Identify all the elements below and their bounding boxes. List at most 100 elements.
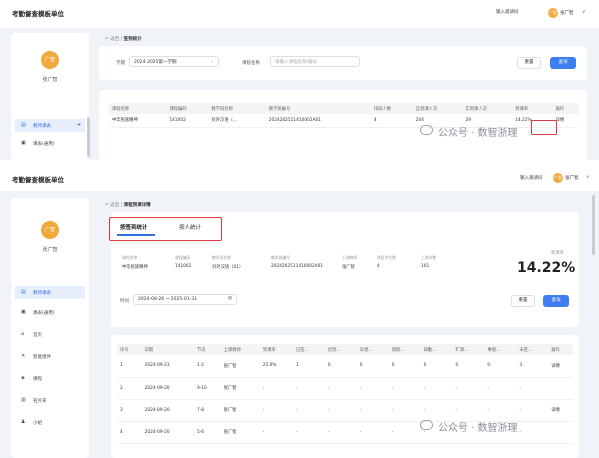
table-cell: - — [324, 377, 357, 400]
table-cell: - — [516, 421, 549, 444]
column-header: 节次 — [193, 344, 221, 355]
invite-code-link[interactable]: 输入邀请码 — [520, 175, 543, 181]
course-attendance-detail-screen: 考勤督查模板单位 输入邀请码 广智 张广智 ∨ 广智 张广智 ▤ 教师课表 ▣ … — [0, 167, 599, 458]
table-row[interactable]: 3 2024-09-20 7-8 张广智 - - - - - - - - - 详… — [117, 399, 573, 422]
table-row[interactable]: 1 2024-09-23 1-2 张广智 25.0% 1 0 0 0 0 0 0… — [117, 355, 573, 378]
table-header-row: 课程名称 课程编码 教学班名称 教学班编号 排班人数 应到课人次 实到课人次 到… — [109, 103, 579, 114]
watermark-text: 公众号 · 数智浙理 — [438, 423, 518, 434]
info-value: 141002 — [175, 264, 192, 269]
sidebar-item-label: 教师课表 — [33, 291, 51, 296]
course-search-input[interactable]: 请输入课程名称/编号 — [270, 56, 360, 67]
sidebar-user-name: 张广智 — [42, 77, 58, 83]
column-header: 实到课人次 — [462, 103, 513, 114]
user-icon: ♟ — [21, 419, 26, 425]
info-label: 上课次数 — [421, 255, 437, 260]
table-cell: - — [420, 399, 453, 422]
breadcrumb-current: 签到统计 — [123, 37, 142, 42]
sidebar-item-group[interactable]: ♟ 小组 — [15, 416, 85, 429]
breadcrumb-current: 课程到课详情 — [123, 203, 151, 208]
table-cell: - — [452, 399, 485, 422]
table-cell: 0 — [420, 355, 453, 378]
sidebar-item-teacher-schedule[interactable]: ▤ 教师课表 ➔ — [15, 119, 85, 132]
info-label: 排班学生数 — [377, 255, 396, 260]
back-icon[interactable]: ↶ — [105, 203, 109, 208]
table-cell: - — [452, 377, 485, 400]
details-link[interactable] — [548, 377, 573, 400]
sidebar-item-schedule-general[interactable]: ▣ 课表(通用) — [15, 137, 85, 150]
sidebar-item-course[interactable]: ◈ 课程 — [15, 372, 85, 385]
back-icon[interactable]: ↶ — [105, 37, 109, 42]
calendar-icon: ▣ — [21, 309, 26, 315]
sidebar-scrollbar[interactable] — [87, 117, 90, 157]
table-cell: 3 — [516, 355, 549, 378]
highlight-box-tabs — [109, 217, 222, 241]
date-range-picker[interactable]: 2024-08-26 ~ 2025-01-31 ▦ — [133, 294, 237, 305]
table-cell: 2024202511410002A01 — [265, 114, 371, 128]
table-cell: 0 — [388, 355, 421, 378]
tools-icon: ✕ — [21, 353, 26, 359]
wechat-icon — [420, 125, 433, 135]
sidebar-item-card-folder[interactable]: ▥ 名片夹 — [15, 394, 85, 407]
info-value: 张广智 — [342, 265, 355, 270]
query-button[interactable]: 查询 — [550, 57, 576, 69]
sidebar-item-smart-components[interactable]: ✕ 智能组件 — [15, 350, 85, 363]
table-cell: 3 — [117, 399, 142, 422]
table-row[interactable]: 2 2024-09-20 9-10 张广智 - - - - - - - - - — [117, 377, 573, 400]
calendar-icon: ▣ — [21, 140, 26, 146]
course-search-placeholder: 请输入课程名称/编号 — [275, 60, 318, 65]
user-avatar[interactable]: 广智 — [548, 8, 558, 18]
table-cell: - — [484, 399, 517, 422]
back-link[interactable]: 返回 — [110, 37, 119, 42]
query-button[interactable]: 查询 — [543, 295, 569, 307]
invite-code-link[interactable]: 输入邀请码 — [496, 9, 519, 15]
course-info-card: 按签到统计 按人统计 课程名称 课程编码 教学班名称 教学班编号 上课教师 排班… — [109, 212, 579, 327]
teacher-icon: ▤ — [21, 289, 26, 295]
user-name[interactable]: 张广智 — [565, 175, 579, 181]
table-cell: 2024-09-23 — [141, 355, 194, 378]
table-cell: 2024-09-20 — [141, 377, 194, 400]
sidebar-avatar: 广智 — [41, 51, 59, 69]
user-name[interactable]: 张广智 — [560, 10, 574, 16]
reset-button[interactable]: 重置 — [517, 57, 541, 69]
details-link[interactable] — [548, 421, 573, 444]
page-scrollbar[interactable] — [592, 195, 595, 255]
table-cell: 张广智 — [220, 421, 260, 444]
course-label: 课程名称 — [242, 61, 260, 66]
org-title: 考勤督查模板单位 — [12, 10, 64, 18]
info-value: 2024202511410002A01 — [271, 264, 324, 269]
table-cell: 4 — [370, 114, 413, 128]
table-cell: 9-10 — [193, 377, 221, 400]
sidebar-item-label: 课程 — [33, 377, 42, 382]
breadcrumb-separator: | — [120, 203, 123, 208]
table-cell: - — [388, 399, 421, 422]
org-title: 考勤督查模板单位 — [12, 176, 64, 184]
table-cell: - — [292, 377, 325, 400]
table-cell: - — [356, 399, 389, 422]
details-link[interactable]: 详情 — [548, 399, 573, 422]
sidebar-item-teacher-schedule[interactable]: ▤ 教师课表 — [15, 286, 85, 299]
column-header: 早退… — [356, 344, 389, 355]
info-value: 101 — [421, 264, 430, 269]
column-header: 到课率 — [512, 103, 553, 114]
sidebar-item-label: 首页 — [33, 333, 42, 338]
info-label: 上课教师 — [342, 255, 358, 260]
user-avatar[interactable]: 广智 — [553, 173, 563, 183]
table-cell: 2024-09-20 — [141, 421, 194, 444]
details-link[interactable]: 详情 — [548, 355, 573, 378]
sidebar-item-schedule-general[interactable]: ▣ 课表(通用) — [15, 306, 85, 319]
session-table-card: 序号 日期 节次 上课教师 到课率 已签… 迟到… 早退… 请假… 缺勤… 旷课… — [111, 335, 579, 458]
folder-icon: ▥ — [21, 397, 26, 403]
home-icon: ⌂ — [21, 331, 25, 337]
teacher-icon: ▤ — [21, 122, 26, 128]
sidebar-item-label: 教师课表 — [33, 124, 51, 129]
chevron-down-icon[interactable]: ∨ — [582, 10, 585, 15]
term-select[interactable]: 2024-2025第一学期 ⌄ — [129, 56, 219, 67]
table-cell: 5-6 — [193, 421, 221, 444]
sidebar-avatar: 广智 — [41, 221, 59, 239]
chevron-down-icon[interactable]: ∨ — [586, 175, 589, 180]
reset-button[interactable]: 重置 — [511, 295, 535, 307]
info-label: 课程名称 — [122, 255, 138, 260]
back-link[interactable]: 返回 — [110, 203, 119, 208]
sidebar-item-home[interactable]: ⌂ 首页 — [15, 328, 85, 341]
info-value: 中华民族精神 — [122, 265, 148, 270]
